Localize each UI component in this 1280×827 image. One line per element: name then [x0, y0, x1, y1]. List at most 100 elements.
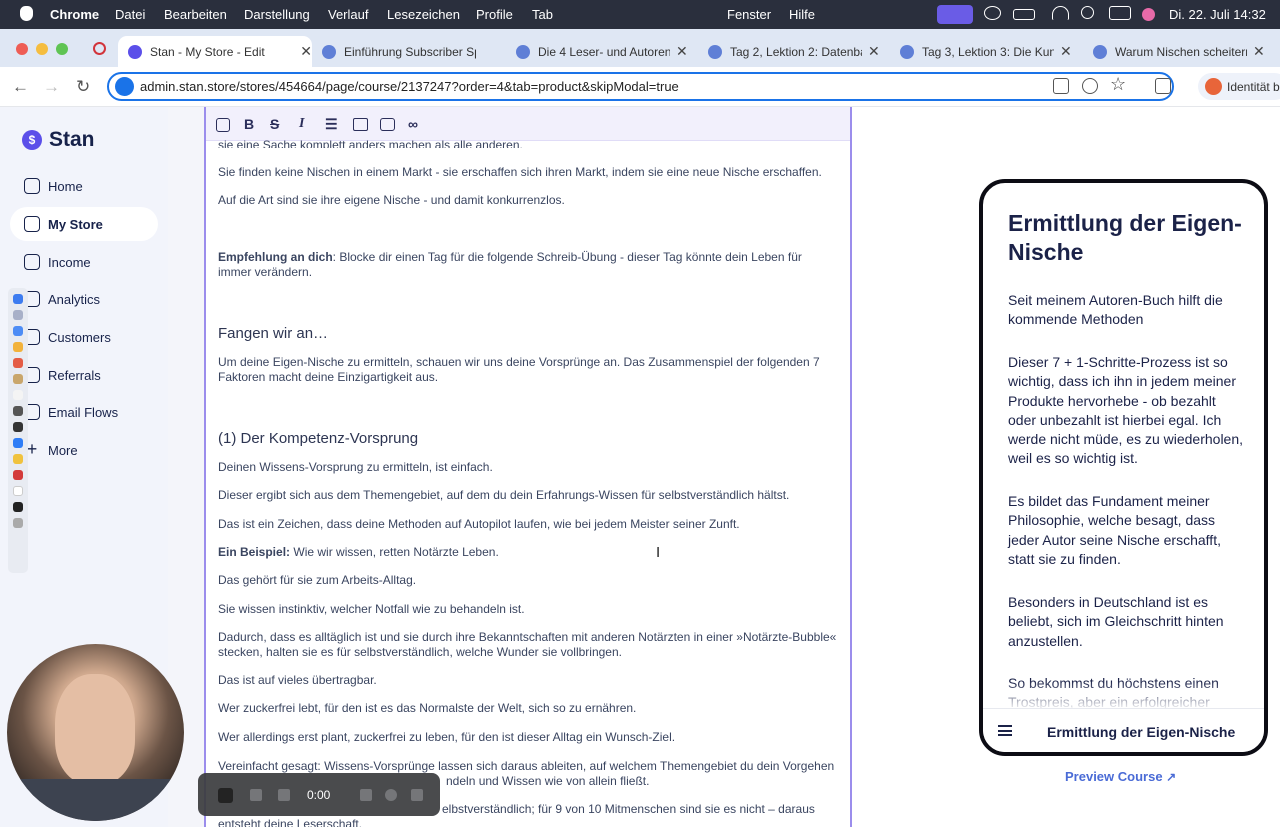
app-icon[interactable]: [13, 310, 23, 320]
control-center-icon[interactable]: [1109, 6, 1131, 20]
trash-icon[interactable]: [13, 518, 23, 528]
fade-overlay: [983, 681, 1264, 711]
preview-course-link[interactable]: Preview Course ↗: [1065, 769, 1176, 784]
menu-app-name[interactable]: Chrome: [50, 7, 99, 22]
apple-icon[interactable]: [20, 6, 33, 21]
paragraph: Das ist auf vieles übertragbar.: [218, 673, 377, 687]
rewind-icon[interactable]: [278, 789, 290, 801]
clock[interactable]: Di. 22. Juli 14:32: [1169, 7, 1266, 22]
menu-darstellung[interactable]: Darstellung: [244, 7, 310, 22]
section-heading: Fangen wir an…: [218, 325, 329, 342]
face: [55, 674, 135, 784]
tab-einfuehrung[interactable]: Einführung Subscriber Sp: [312, 36, 506, 67]
menu-profile[interactable]: Profile: [476, 7, 513, 22]
screen-mirror-icon[interactable]: [937, 5, 973, 24]
strikethrough-icon[interactable]: S: [270, 116, 279, 132]
menu-hilfe[interactable]: Hilfe: [789, 7, 815, 22]
search-icon[interactable]: [1081, 6, 1094, 19]
safari-icon[interactable]: [13, 326, 23, 336]
menu-verlauf[interactable]: Verlauf: [328, 7, 368, 22]
close-tab-icon[interactable]: ✕: [1060, 43, 1072, 60]
menu-datei[interactable]: Datei: [115, 7, 145, 22]
back-icon[interactable]: ←: [12, 77, 29, 97]
minimize-window-button[interactable]: [36, 43, 48, 55]
sidebar-item-referrals[interactable]: Referrals: [10, 358, 158, 392]
appstore-icon[interactable]: [13, 438, 23, 448]
sidebar-item-more[interactable]: + More: [10, 433, 158, 467]
trash-icon[interactable]: [411, 789, 423, 801]
tab-leser-autoren[interactable]: Die 4 Leser- und Autoren ✕: [506, 36, 700, 67]
play-icon[interactable]: [984, 6, 1001, 20]
app-icon[interactable]: [13, 406, 23, 416]
heading-icon[interactable]: [216, 118, 230, 132]
bold-icon[interactable]: B: [244, 116, 254, 132]
paragraph: Dadurch, dass es alltäglich ist und sie …: [218, 630, 837, 659]
gear-favicon-icon: [516, 44, 530, 59]
tab-nischen[interactable]: Warum Nischen scheitern ✕: [1083, 36, 1280, 67]
close-tab-icon[interactable]: ✕: [868, 43, 880, 60]
rich-text-editor[interactable]: B S I ☰ ∞ sie eine Sache komplett anders…: [204, 107, 852, 827]
image-icon[interactable]: [353, 118, 368, 131]
video-icon[interactable]: [380, 118, 395, 131]
grid-icon[interactable]: [360, 789, 372, 801]
stan-logo[interactable]: $ Stan: [22, 128, 95, 152]
calendar-icon[interactable]: [13, 486, 23, 496]
app-icon[interactable]: [13, 454, 23, 464]
sidebar-item-customers[interactable]: Customers: [10, 320, 158, 354]
preview-paragraph: Dieser 7 + 1-Schritte-Prozess ist so wic…: [1008, 354, 1244, 467]
close-tab-icon[interactable]: ✕: [1253, 43, 1265, 60]
menu-fenster[interactable]: Fenster: [727, 7, 771, 22]
bookmark-star-icon[interactable]: ☆: [1110, 74, 1126, 95]
sidebar-item-home[interactable]: Home: [10, 169, 158, 203]
list-icon[interactable]: ☰: [325, 116, 338, 133]
close-tab-icon[interactable]: ✕: [676, 43, 688, 60]
paragraph: elbstverständlich; für 9 von 10 Mitmensc…: [442, 802, 815, 816]
gear-favicon-icon: [708, 44, 722, 59]
chrome-icon[interactable]: [13, 342, 23, 352]
menu-tab[interactable]: Tab: [532, 7, 553, 22]
recording-controls: 0:00: [198, 773, 440, 816]
gear-favicon-icon: [900, 44, 914, 59]
address-bar[interactable]: admin.stan.store/stores/454664/page/cour…: [107, 72, 1174, 101]
forward-icon[interactable]: →: [43, 77, 60, 97]
user-icon[interactable]: [1142, 8, 1155, 21]
menu-lesezeichen[interactable]: Lesezeichen: [387, 7, 460, 22]
text-cursor-icon: I: [656, 544, 661, 561]
link-icon[interactable]: ∞: [408, 116, 418, 132]
translate-icon[interactable]: [1053, 78, 1069, 94]
wifi-icon[interactable]: [1052, 6, 1069, 20]
menu-bearbeiten[interactable]: Bearbeiten: [164, 7, 227, 22]
zoom-window-button[interactable]: [56, 43, 68, 55]
notes-icon[interactable]: [13, 390, 23, 400]
sidebar-item-analytics[interactable]: Analytics: [10, 282, 158, 316]
paragraph: Das ist ein Zeichen, dass deine Methoden…: [218, 517, 740, 531]
extensions-icon[interactable]: [1155, 78, 1171, 94]
zoom-icon[interactable]: [1082, 78, 1098, 94]
tab-stan[interactable]: Stan - My Store - Edit ✕: [118, 36, 312, 67]
pause-icon[interactable]: [250, 789, 262, 801]
record-icon[interactable]: [93, 42, 106, 55]
close-window-button[interactable]: [16, 43, 28, 55]
restart-icon[interactable]: [385, 789, 397, 801]
app-icon[interactable]: [13, 422, 23, 432]
tab-tag2[interactable]: Tag 2, Lektion 2: Datenba ✕: [698, 36, 892, 67]
app-icon[interactable]: [13, 502, 23, 512]
sidebar-item-email-flows[interactable]: Email Flows: [10, 395, 158, 429]
app-icon[interactable]: [13, 470, 23, 480]
income-icon: [24, 254, 40, 270]
reload-icon[interactable]: ↻: [76, 77, 90, 97]
tab-tag3[interactable]: Tag 3, Lektion 3: Die Kuns ✕: [890, 36, 1084, 67]
app-icon[interactable]: [13, 358, 23, 368]
profile-identity-button[interactable]: Identität b: [1198, 73, 1280, 100]
menu-icon[interactable]: [998, 725, 1012, 736]
italic-icon[interactable]: I: [299, 116, 304, 132]
site-info-icon[interactable]: [115, 77, 134, 96]
app-icon[interactable]: [13, 374, 23, 384]
url-text[interactable]: admin.stan.store/stores/454664/page/cour…: [140, 79, 679, 94]
stop-icon[interactable]: [218, 788, 233, 803]
close-tab-icon[interactable]: ✕: [300, 43, 312, 60]
paragraph: Auf die Art sind sie ihre eigene Nische …: [218, 193, 565, 207]
sidebar-item-my-store[interactable]: My Store: [10, 207, 158, 241]
sidebar-item-income[interactable]: Income: [10, 245, 158, 279]
finder-icon[interactable]: [13, 294, 23, 304]
